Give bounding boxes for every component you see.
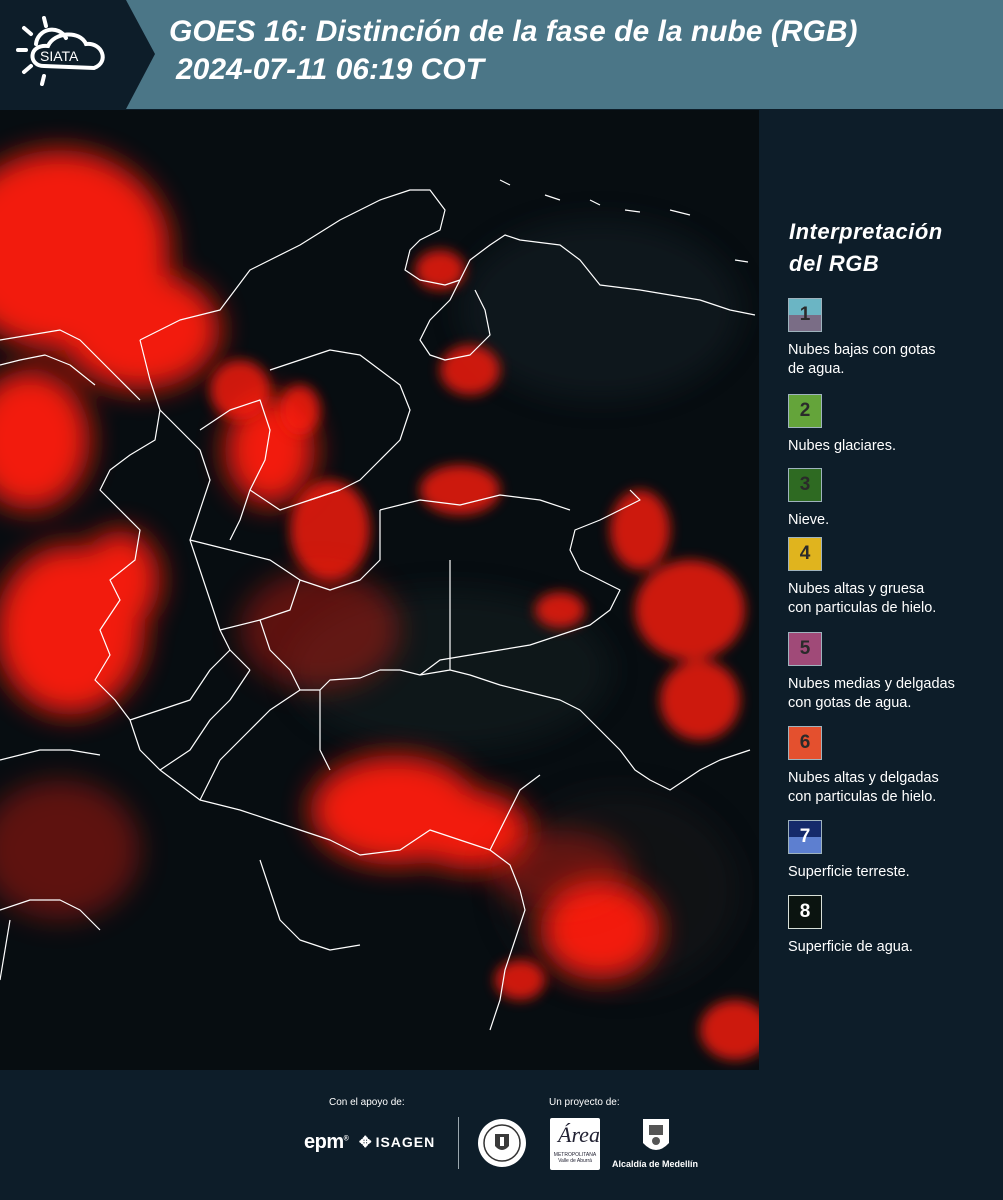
siata-logo: SIATA — [0, 0, 155, 109]
isagen-mark-icon: ✥ — [359, 1134, 373, 1151]
alcaldia-shield-icon — [643, 1119, 669, 1150]
legend-label: Nubes medias y delgadas con gotas de agu… — [788, 676, 955, 711]
legend-swatch: 7 — [788, 820, 822, 854]
legend-panel: Interpretación del RGB 1 Nubes bajas con… — [759, 110, 1003, 1070]
legend-label: Nubes altas y gruesa con particulas de h… — [788, 581, 937, 616]
legend-item-3: 3 Nieve. — [788, 468, 998, 530]
area-metropolitana-logo: Área METROPOLITANA Valle de Aburrá — [550, 1118, 600, 1170]
legend-label: Nubes altas y delgadas con particulas de… — [788, 770, 939, 805]
legend-number: 8 — [799, 901, 811, 922]
legend-item-5: 5 Nubes medias y delgadas con gotas de a… — [788, 632, 998, 713]
legend-title-line1: Interpretación — [789, 219, 943, 244]
epm-logo: epm® — [304, 1131, 349, 1153]
satellite-map — [0, 110, 759, 1070]
legend-swatch: 1 — [788, 298, 822, 332]
legend-number: 5 — [799, 638, 811, 659]
timestamp: 2024-07-11 06:19 COT — [176, 53, 484, 86]
legend-swatch: 4 — [788, 537, 822, 571]
alcaldia-label: Alcaldía de Medellín — [612, 1159, 699, 1169]
legend-item-6: 6 Nubes altas y delgadas con particulas … — [788, 726, 998, 807]
legend-title: Interpretación del RGB — [789, 216, 989, 280]
legend-number: 4 — [799, 543, 811, 564]
footer: Con el apoyo de: Un proyecto de: epm® ✥ I… — [0, 1070, 1003, 1200]
legend-swatch: 8 — [788, 895, 822, 929]
svg-text:SIATA: SIATA — [40, 48, 79, 64]
university-seal-icon — [478, 1119, 526, 1167]
legend-label: Superficie de agua. — [788, 939, 913, 955]
legend-number: 6 — [799, 732, 811, 753]
siata-sun-cloud-icon: SIATA — [16, 16, 105, 86]
isagen-logo: ✥ ISAGEN — [359, 1134, 436, 1151]
legend-item-2: 2 Nubes glaciares. — [788, 394, 998, 456]
rgb-cloud-phase-image — [0, 110, 759, 1070]
page-title: GOES 16: Distinción de la fase de la nub… — [169, 15, 858, 48]
header-bar: SIATA GOES 16: Distinción de la fase de … — [0, 0, 1003, 109]
legend-number: 2 — [799, 400, 811, 421]
legend-item-7: 7 Superficie terreste. — [788, 820, 998, 882]
legend-swatch: 2 — [788, 394, 822, 428]
legend-swatch: 3 — [788, 468, 822, 502]
support-label: Con el apoyo de: — [329, 1097, 405, 1108]
legend-swatch: 6 — [788, 726, 822, 760]
legend-item-8: 8 Superficie de agua. — [788, 895, 998, 957]
legend-swatch: 5 — [788, 632, 822, 666]
legend-label: Nubes glaciares. — [788, 438, 896, 454]
legend-number: 7 — [799, 826, 811, 847]
legend-item-1: 1 Nubes bajas con gotas de agua. — [788, 298, 998, 379]
legend-title-line2: del RGB — [789, 251, 880, 276]
legend-number: 1 — [799, 304, 811, 325]
project-label: Un proyecto de: — [549, 1097, 620, 1108]
legend-label: Nieve. — [788, 512, 830, 528]
legend-number: 3 — [799, 474, 811, 495]
legend-item-4: 4 Nubes altas y gruesa con particulas de… — [788, 537, 998, 618]
footer-divider — [458, 1117, 459, 1169]
legend-label: Nubes bajas con gotas de agua. — [788, 342, 936, 377]
legend-label: Superficie terreste. — [788, 864, 910, 880]
